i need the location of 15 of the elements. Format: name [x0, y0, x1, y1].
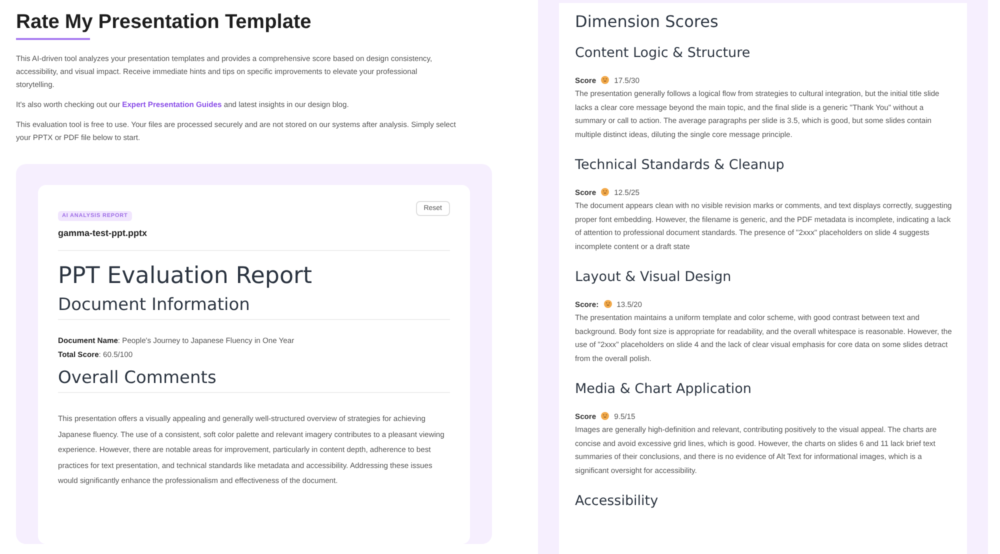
dimension-heading: Layout & Visual Design	[575, 269, 732, 285]
dimension-heading: Content Logic & Structure	[575, 45, 752, 61]
dimension-heading: Accessibility	[575, 493, 660, 509]
smiley-icon	[601, 188, 610, 196]
section-heading: Document Information	[58, 295, 450, 320]
dimension-heading: Technical Standards & Cleanup	[575, 157, 786, 173]
report-title: PPT Evaluation Report	[58, 263, 314, 289]
smiley-icon	[604, 300, 612, 308]
smiley-icon	[601, 76, 610, 84]
section-heading: Overall Comments	[58, 368, 450, 393]
file-name: gamma-test-ppt.pptx	[58, 228, 148, 238]
smiley-icon	[601, 412, 610, 420]
page-title: Rate My Presentation Template	[16, 11, 312, 34]
section-title: Dimension Scores	[575, 12, 720, 31]
dimension-heading: Media & Chart Application	[575, 381, 752, 397]
